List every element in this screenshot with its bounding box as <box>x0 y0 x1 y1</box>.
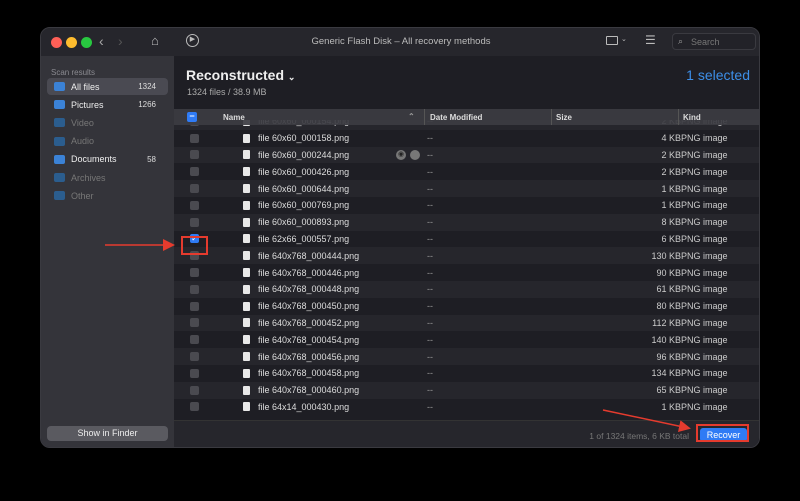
sort-ascending-icon[interactable]: ⌃ <box>408 112 415 121</box>
column-kind[interactable]: Kind <box>683 113 701 122</box>
table-header: − Name ⌃ Date Modified Size Kind <box>174 109 759 125</box>
column-name[interactable]: Name <box>223 113 245 122</box>
column-size[interactable]: Size <box>556 113 572 122</box>
annotation-arrows <box>105 239 691 433</box>
annotation-arrow-recover <box>602 409 691 433</box>
column-date-modified[interactable]: Date Modified <box>430 113 482 122</box>
select-all-checkbox[interactable]: − <box>187 112 197 122</box>
